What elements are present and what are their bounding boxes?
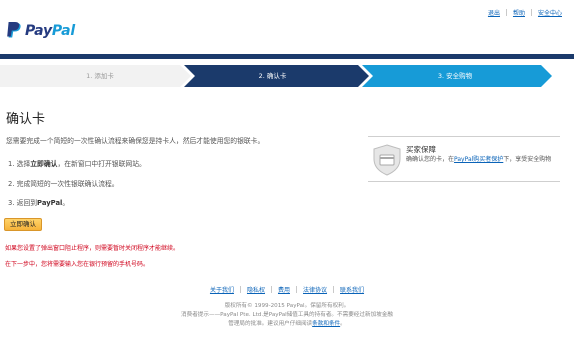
buyer-protection-desc: 确确认您的卡，在PayPal购买者保护下，享受安全购物 (406, 156, 552, 163)
instruction-step-1: 1. 选择立即确认，在新窗口中打开银联网站。 (8, 160, 146, 168)
footer-legal-text: 版权所有© 1999-2015 PayPal。保留所有权利。 消费者提示——Pa… (0, 302, 574, 329)
progress-steps: 1. 添加卡 2. 确认卡 3. 安全购物 (0, 65, 574, 87)
terms-link[interactable]: 条款和条件 (312, 321, 340, 327)
footer-privacy-link[interactable]: 隐私权 (241, 285, 271, 294)
footer-contact-link[interactable]: 联系我们 (334, 285, 370, 294)
page-title: 确认卡 (6, 112, 46, 127)
paypal-logo[interactable]: PayPal (6, 22, 75, 40)
popup-warning: 如果您设置了弹出窗口阻止程序，则需要暂时关闭程序才能继续。 (5, 245, 180, 252)
security-center-link[interactable]: 安全中心 (532, 8, 568, 17)
footer-legal-link[interactable]: 法律协议 (297, 285, 333, 294)
confirm-now-button[interactable]: 立即确认 (4, 218, 42, 231)
help-link[interactable]: 帮助 (507, 8, 531, 17)
instruction-step-2: 2. 完成简短的一次性银联确认流程。 (8, 180, 119, 188)
shield-icon (373, 144, 401, 176)
buyer-protection-link[interactable]: PayPal购买者保护 (454, 156, 503, 163)
footer-links: 关于我们 隐私权 费用 法律协议 联系我们 (0, 285, 574, 294)
step-2-label: 2. 确认卡 (258, 72, 287, 80)
buyer-protection-title: 买家保障 (406, 145, 436, 154)
top-links: 退出 帮助 安全中心 (482, 8, 568, 17)
paypal-p-icon (7, 22, 21, 38)
header-bar (0, 54, 574, 59)
copyright-text: 版权所有© 1999-2015 PayPal。保留所有权利。 (224, 303, 350, 309)
consumer-notice-line-1: 消费者提示——PayPal Pte. Ltd.是PayPal储值工具的持有者。不… (181, 312, 393, 318)
instruction-step-3: 3. 返回到PayPal。 (8, 199, 70, 207)
footer-about-link[interactable]: 关于我们 (204, 285, 240, 294)
phone-warning: 在下一步中，您将需要输入您在银行预留的手机号码。 (5, 261, 150, 268)
footer-fees-link[interactable]: 费用 (272, 285, 296, 294)
intro-text: 您需要完成一个简短的一次性确认流程来确保您是持卡人，然后才能使用您的银联卡。 (6, 137, 265, 145)
consumer-notice-line-2: 管理局的批准。建议用户仔细阅读条款和条件。 (228, 321, 346, 327)
buyer-protection-box: 买家保障 确确认您的卡，在PayPal购买者保护下，享受安全购物 (368, 136, 560, 182)
step-3-label: 3. 安全购物 (437, 72, 473, 80)
logout-link[interactable]: 退出 (482, 8, 506, 17)
step-1-label: 1. 添加卡 (86, 72, 114, 80)
logo-wordmark: PayPal (25, 23, 75, 39)
